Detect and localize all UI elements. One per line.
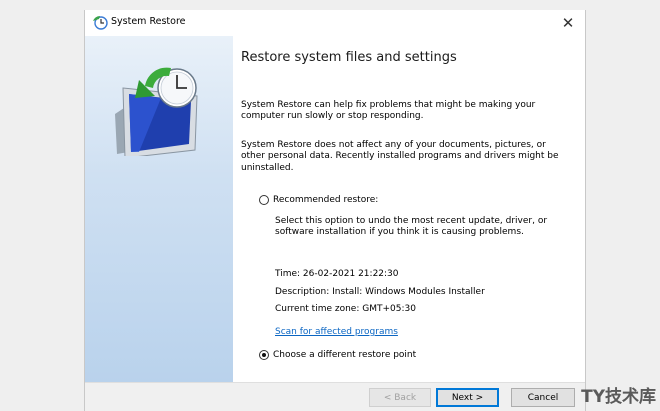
next-button[interactable]: Next > xyxy=(436,388,499,407)
restore-description: Description: Install: Windows Modules In… xyxy=(275,287,485,297)
note-text: System Restore does not affect any of yo… xyxy=(241,140,559,173)
intro-text: System Restore can help fix problems tha… xyxy=(241,100,536,122)
title-bar: System Restore ✕ xyxy=(85,10,585,36)
button-bar: < Back Next > Cancel xyxy=(85,382,585,411)
back-button[interactable]: < Back xyxy=(369,388,431,407)
cancel-button[interactable]: Cancel xyxy=(511,388,575,407)
watermark-text: TY技术库 xyxy=(581,387,656,407)
system-restore-hero-icon xyxy=(115,67,198,156)
window-title: System Restore xyxy=(111,16,186,27)
page-title: Restore system files and settings xyxy=(241,50,457,65)
scan-affected-programs-link[interactable]: Scan for affected programs xyxy=(275,327,398,337)
recommended-restore-label: Recommended restore: xyxy=(273,195,379,205)
different-restore-label: Choose a different restore point xyxy=(273,350,417,360)
close-button[interactable]: ✕ xyxy=(557,12,579,34)
side-panel xyxy=(85,36,233,382)
system-restore-window: System Restore ✕ Restore system files an… xyxy=(84,10,586,411)
recommended-restore-description: Select this option to undo the most rece… xyxy=(275,216,548,238)
restore-time: Time: 26-02-2021 21:22:30 xyxy=(275,269,399,279)
close-icon: ✕ xyxy=(561,14,575,32)
recommended-restore-radio[interactable] xyxy=(259,195,269,205)
recommended-restore-option[interactable]: Recommended restore: xyxy=(259,195,378,205)
different-restore-radio[interactable] xyxy=(259,350,269,360)
current-time-zone: Current time zone: GMT+05:30 xyxy=(275,304,416,314)
different-restore-option[interactable]: Choose a different restore point xyxy=(259,350,416,360)
system-restore-icon xyxy=(93,16,108,30)
